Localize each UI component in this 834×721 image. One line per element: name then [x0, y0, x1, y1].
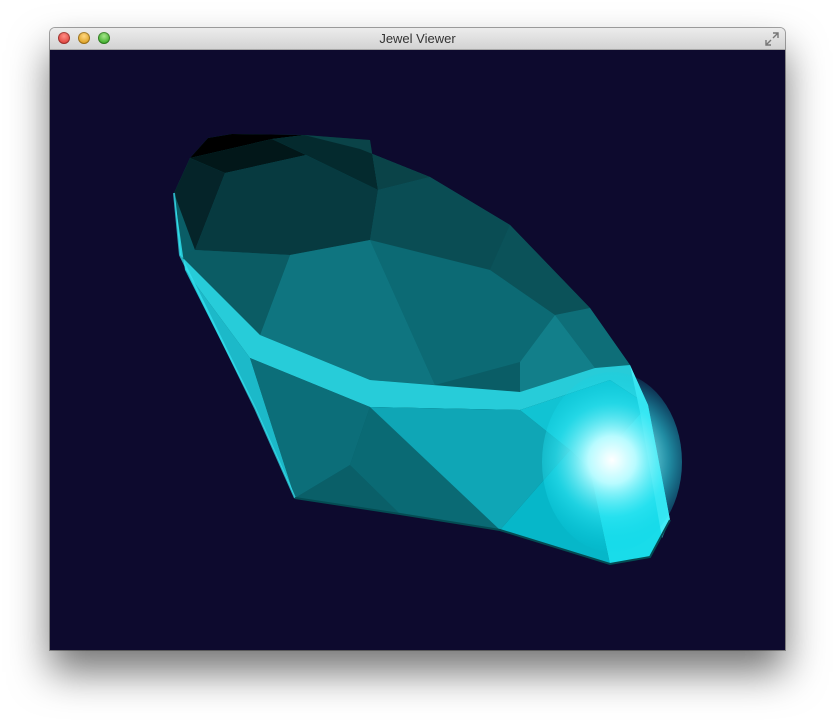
title-bar[interactable]: Jewel Viewer	[50, 28, 785, 50]
jewel	[173, 134, 682, 566]
app-window: Jewel Viewer	[50, 28, 785, 650]
render-viewport[interactable]	[50, 50, 785, 650]
jewel-render	[173, 134, 682, 566]
fullscreen-icon[interactable]	[765, 32, 779, 46]
window-title: Jewel Viewer	[379, 31, 456, 46]
